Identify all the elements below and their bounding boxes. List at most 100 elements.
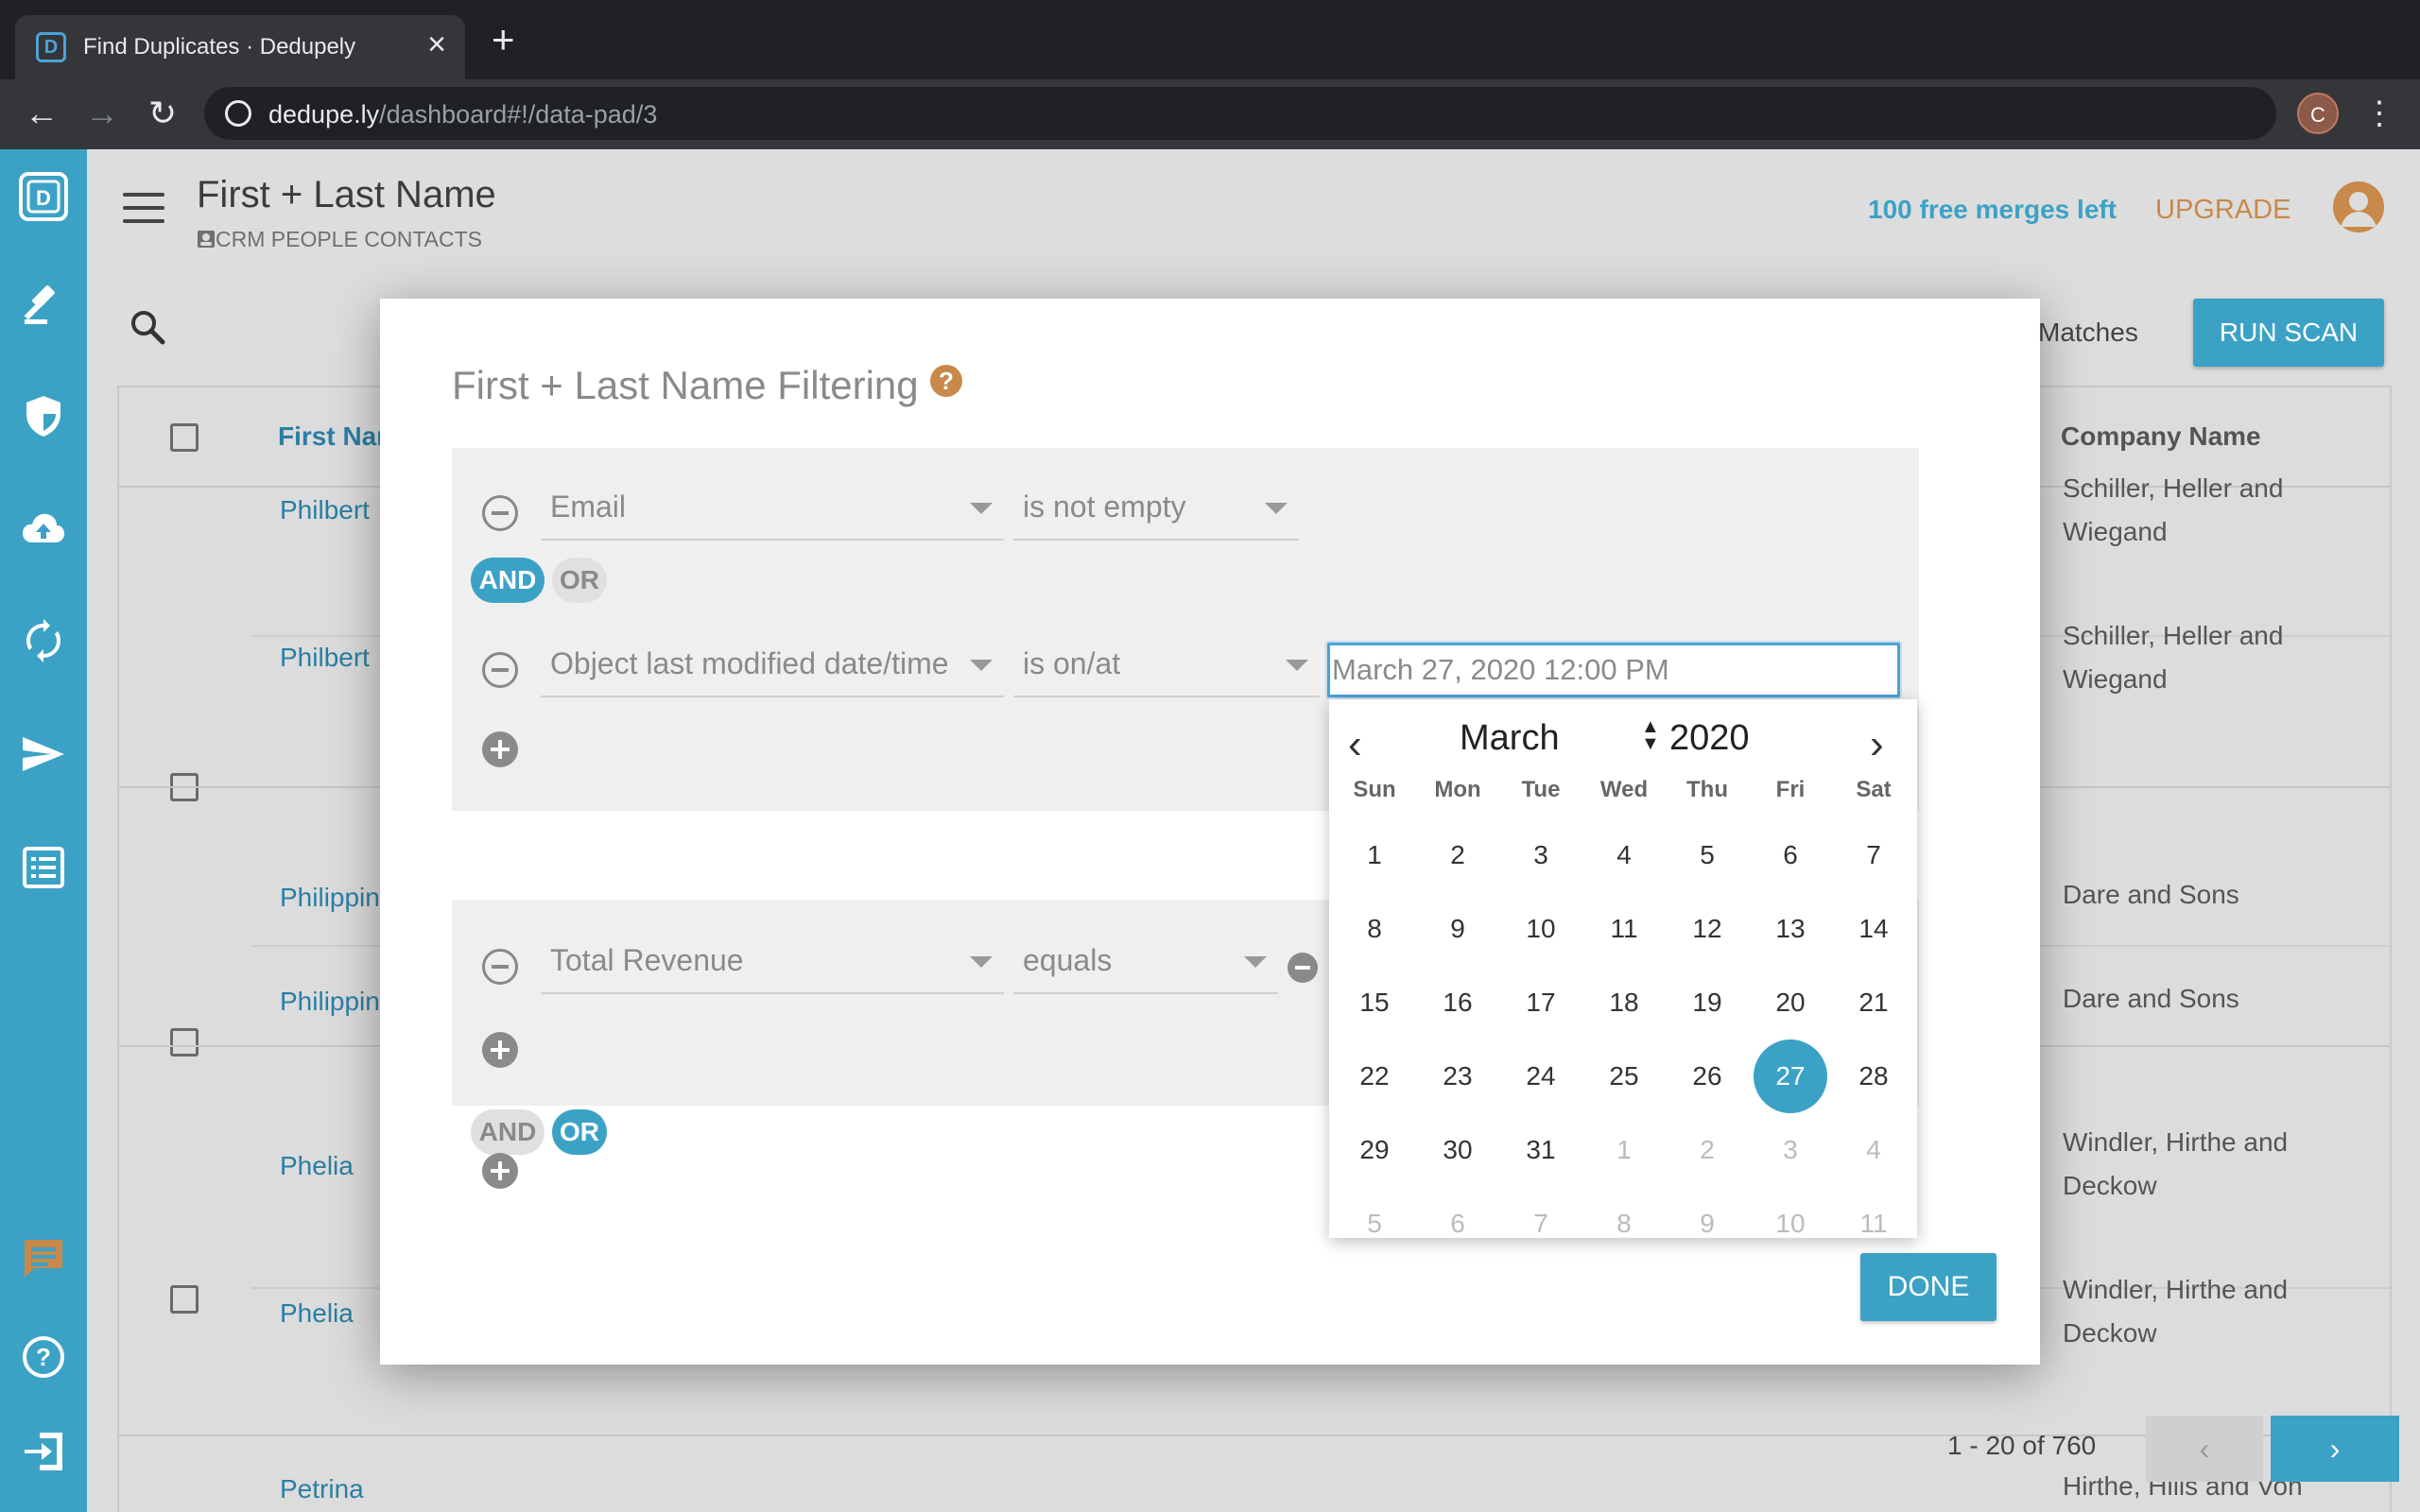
list-icon[interactable] [21, 845, 66, 890]
select-all-checkbox[interactable] [170, 423, 199, 452]
browser-menu-icon[interactable]: ⋮ [2363, 94, 2395, 132]
search-icon[interactable] [129, 308, 166, 346]
rule-operator-select[interactable]: is not empty [1013, 482, 1299, 541]
logout-icon[interactable] [21, 1429, 66, 1474]
back-icon[interactable]: ← [21, 93, 62, 134]
calendar-day[interactable]: 7 [1499, 1187, 1582, 1238]
or-toggle[interactable]: OR [552, 558, 607, 603]
send-icon[interactable] [21, 731, 66, 777]
calendar-day[interactable]: 20 [1749, 966, 1832, 1040]
calendar-day[interactable]: 10 [1749, 1187, 1832, 1238]
group-checkbox[interactable] [170, 1028, 199, 1057]
calendar-day[interactable]: 4 [1832, 1113, 1915, 1187]
add-rule-icon[interactable] [482, 1032, 518, 1068]
sync-icon[interactable] [21, 618, 66, 663]
calendar-day[interactable]: 6 [1749, 818, 1832, 892]
remove-rule-icon[interactable] [482, 949, 518, 985]
table-cell-first-name[interactable]: Philbert [280, 495, 370, 525]
previous-month-icon[interactable]: ‹ [1348, 724, 1362, 765]
remove-value-icon[interactable] [1288, 953, 1318, 983]
calendar-day[interactable]: 14 [1832, 892, 1915, 966]
new-tab-button[interactable]: + [492, 20, 515, 60]
year-spinner-icon[interactable]: ▲ ▼ [1641, 717, 1660, 753]
browser-tab[interactable]: D Find Duplicates · Dedupely × [15, 15, 465, 79]
calendar-day[interactable]: 19 [1666, 966, 1749, 1040]
address-bar[interactable]: dedupe.ly/dashboard#!/data-pad/3 [204, 87, 2276, 140]
calendar-day[interactable]: 2 [1666, 1113, 1749, 1187]
group-or-toggle[interactable]: OR [552, 1109, 607, 1155]
group-and-toggle[interactable]: AND [471, 1109, 544, 1155]
calendar-day[interactable]: 30 [1416, 1113, 1499, 1187]
help-circle-icon[interactable]: ? [21, 1334, 66, 1380]
calendar-year[interactable]: 2020 [1669, 718, 1750, 759]
calendar-day[interactable]: 23 [1416, 1040, 1499, 1113]
calendar-day[interactable]: 24 [1499, 1040, 1582, 1113]
table-cell-first-name[interactable]: Philippin [280, 883, 380, 913]
calendar-day[interactable]: 2 [1416, 818, 1499, 892]
next-month-icon[interactable]: › [1870, 724, 1884, 765]
calendar-day[interactable]: 6 [1416, 1187, 1499, 1238]
profile-avatar[interactable]: C [2297, 93, 2339, 134]
table-cell-first-name[interactable]: Phelia [280, 1298, 354, 1329]
calendar-day[interactable]: 29 [1333, 1113, 1416, 1187]
done-button[interactable]: DONE [1860, 1253, 1996, 1321]
calendar-day[interactable]: 22 [1333, 1040, 1416, 1113]
calendar-day[interactable]: 1 [1333, 818, 1416, 892]
dedupely-logo-icon[interactable]: D [17, 170, 70, 223]
calendar-day[interactable]: 3 [1499, 818, 1582, 892]
menu-icon[interactable] [123, 193, 164, 225]
calendar-day[interactable]: 3 [1749, 1113, 1832, 1187]
remove-rule-icon[interactable] [482, 495, 518, 531]
remove-rule-icon[interactable] [482, 652, 518, 688]
rule-field-select[interactable]: Object last modified date/time [541, 639, 1004, 697]
rule-operator-select[interactable]: is on/at [1013, 639, 1320, 697]
calendar-day[interactable]: 9 [1416, 892, 1499, 966]
calendar-day[interactable]: 11 [1832, 1187, 1915, 1238]
calendar-day[interactable]: 1 [1582, 1113, 1666, 1187]
rule-field-select[interactable]: Email [541, 482, 1004, 541]
calendar-day[interactable]: 13 [1749, 892, 1832, 966]
and-toggle[interactable]: AND [471, 558, 544, 603]
help-icon[interactable]: ? [930, 365, 962, 397]
chat-icon[interactable] [21, 1236, 66, 1281]
run-scan-button[interactable]: RUN SCAN [2193, 299, 2384, 367]
rule-operator-select[interactable]: equals [1013, 936, 1278, 994]
group-checkbox[interactable] [170, 1285, 199, 1314]
calendar-day[interactable]: 17 [1499, 966, 1582, 1040]
calendar-day[interactable]: 25 [1582, 1040, 1666, 1113]
table-cell-first-name[interactable]: Phelia [280, 1151, 354, 1181]
merges-left-link[interactable]: 100 free merges left [1868, 195, 2117, 225]
calendar-day[interactable]: 31 [1499, 1113, 1582, 1187]
calendar-day[interactable]: 5 [1333, 1187, 1416, 1238]
calendar-day[interactable]: 7 [1832, 818, 1915, 892]
calendar-day[interactable]: 15 [1333, 966, 1416, 1040]
calendar-day-selected[interactable]: 27 [1749, 1040, 1832, 1113]
gavel-icon[interactable] [21, 282, 66, 327]
user-avatar-icon[interactable] [2333, 181, 2384, 232]
column-header-company-name[interactable]: Company Name [2061, 421, 2261, 452]
column-header-first-name[interactable]: First Nar [278, 421, 387, 452]
calendar-day[interactable]: 21 [1832, 966, 1915, 1040]
calendar-day[interactable]: 10 [1499, 892, 1582, 966]
rule-field-select[interactable]: Total Revenue [541, 936, 1004, 994]
calendar-day[interactable]: 8 [1582, 1187, 1666, 1238]
forward-icon[interactable]: → [81, 93, 123, 134]
calendar-day[interactable]: 12 [1666, 892, 1749, 966]
close-tab-icon[interactable]: × [427, 28, 446, 60]
cloud-upload-icon[interactable] [21, 507, 66, 552]
calendar-day[interactable]: 8 [1333, 892, 1416, 966]
table-cell-first-name[interactable]: Philippin [280, 987, 380, 1017]
site-info-icon[interactable] [225, 100, 251, 127]
table-cell-first-name[interactable]: Philbert [280, 643, 370, 673]
calendar-day[interactable]: 5 [1666, 818, 1749, 892]
upgrade-link[interactable]: UPGRADE [2155, 195, 2290, 226]
calendar-day[interactable]: 9 [1666, 1187, 1749, 1238]
add-rule-icon[interactable] [482, 731, 518, 767]
calendar-month[interactable]: March [1460, 718, 1560, 759]
table-cell-first-name[interactable]: Petrina [280, 1474, 364, 1504]
calendar-day[interactable]: 26 [1666, 1040, 1749, 1113]
calendar-day[interactable]: 16 [1416, 966, 1499, 1040]
calendar-day[interactable]: 18 [1582, 966, 1666, 1040]
calendar-day[interactable]: 4 [1582, 818, 1666, 892]
next-page-button[interactable]: › [2271, 1416, 2399, 1482]
